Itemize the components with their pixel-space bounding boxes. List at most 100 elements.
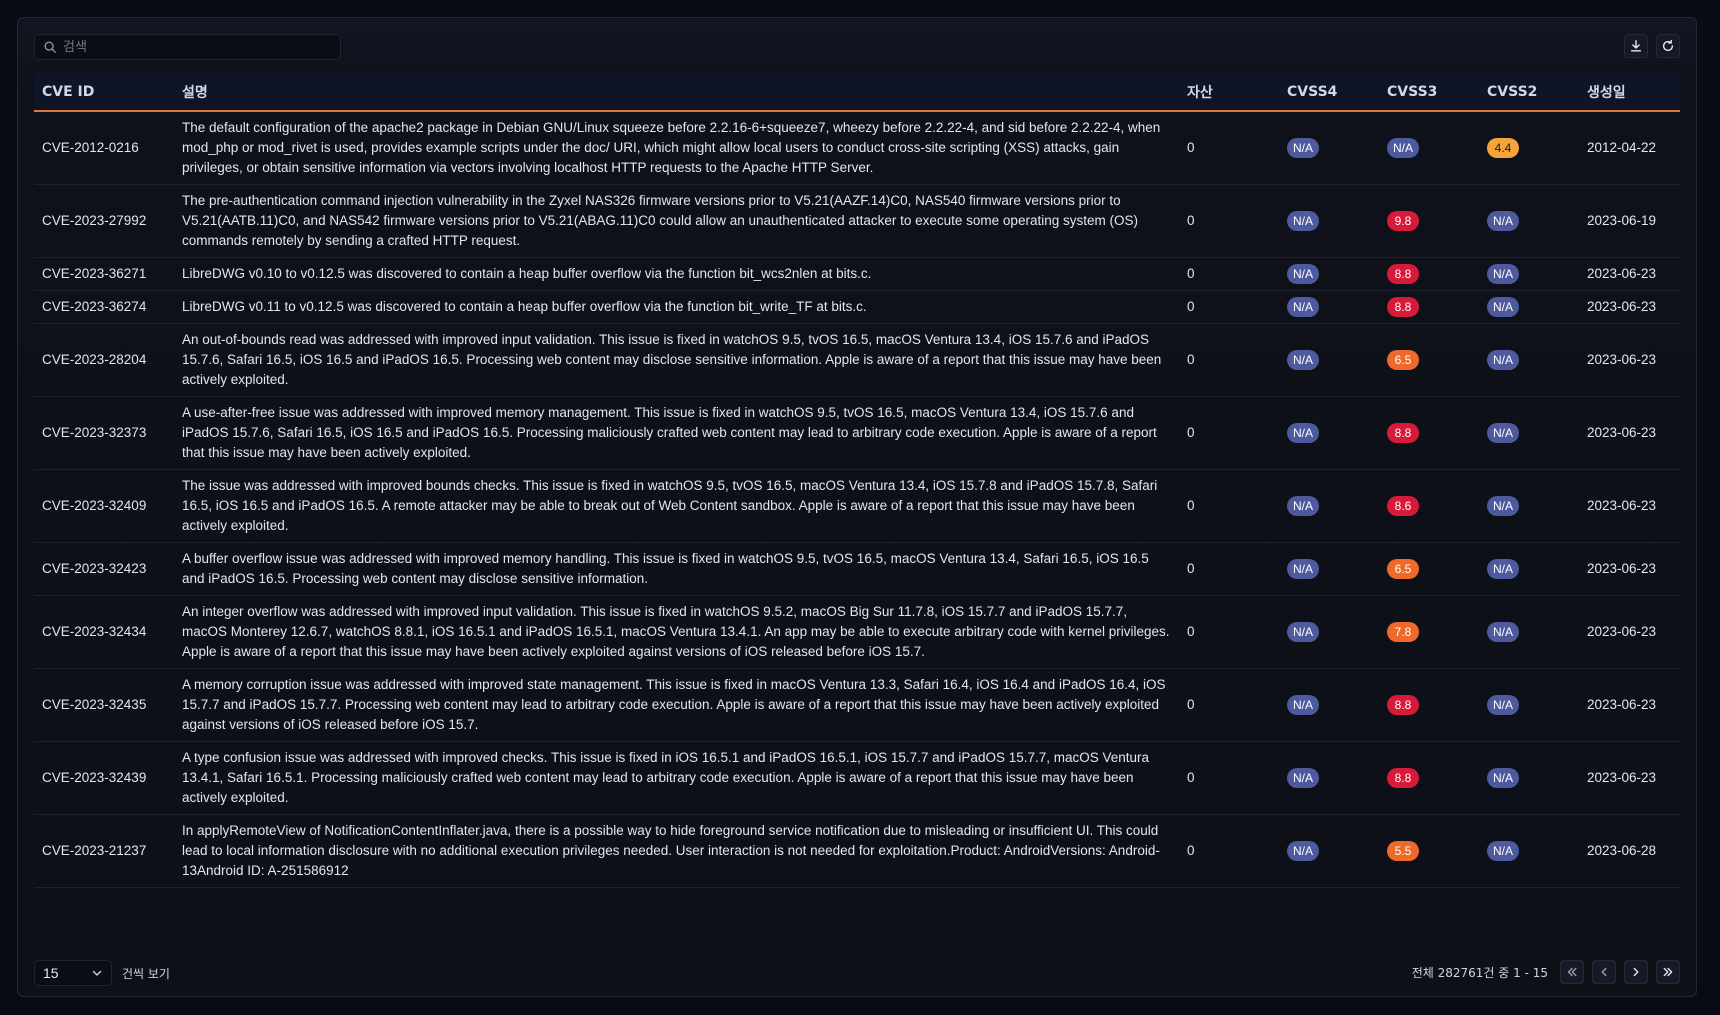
description-cell: The pre-authentication command injection… [174, 184, 1179, 258]
cvss4-cell: N/A [1279, 290, 1379, 324]
toolbar [34, 34, 1680, 60]
description-cell: The issue was addressed with improved bo… [174, 469, 1179, 543]
column-header-description[interactable]: 설명 [174, 73, 1179, 112]
score-badge: N/A [1487, 559, 1520, 579]
score-badge: N/A [1287, 695, 1320, 715]
score-badge: 8.8 [1387, 297, 1419, 317]
created-date-cell: 2023-06-23 [1579, 595, 1680, 669]
score-badge: 6.5 [1387, 350, 1419, 370]
first-page-button[interactable] [1560, 960, 1584, 984]
download-button[interactable] [1624, 34, 1648, 58]
table-row[interactable]: CVE-2023-36271 LibreDWG v0.10 to v0.12.5 … [34, 257, 1680, 291]
cvss4-cell: N/A [1279, 668, 1379, 742]
score-badge: N/A [1487, 211, 1520, 231]
cvss4-cell: N/A [1279, 741, 1379, 815]
cve-id-cell: CVE-2023-32409 [34, 469, 174, 543]
cve-id-cell: CVE-2023-32423 [34, 542, 174, 596]
cvss3-cell: 5.5 [1379, 814, 1479, 888]
asset-count-cell: 0 [1179, 542, 1279, 596]
next-page-button[interactable] [1624, 960, 1648, 984]
description-cell: In applyRemoteView of NotificationConten… [174, 814, 1179, 888]
cvss4-cell: N/A [1279, 323, 1379, 397]
table-row[interactable]: CVE-2023-32373 A use-after-free issue was… [34, 396, 1680, 470]
score-badge: N/A [1487, 768, 1520, 788]
cvss2-cell: N/A [1479, 814, 1579, 888]
score-badge: N/A [1287, 350, 1320, 370]
cvss3-cell: 7.8 [1379, 595, 1479, 669]
score-badge: N/A [1287, 423, 1320, 443]
score-badge: 6.5 [1387, 559, 1419, 579]
table-row[interactable]: CVE-2023-28204 An out-of-bounds read was … [34, 323, 1680, 397]
asset-count-cell: 0 [1179, 668, 1279, 742]
score-badge: N/A [1287, 768, 1320, 788]
cvss2-cell: N/A [1479, 668, 1579, 742]
description-cell: A buffer overflow issue was addressed wi… [174, 542, 1179, 596]
score-badge: 5.5 [1387, 841, 1419, 861]
search-box[interactable] [34, 34, 341, 60]
refresh-button[interactable] [1656, 34, 1680, 58]
score-badge: 9.8 [1387, 211, 1419, 231]
cve-id-cell: CVE-2023-36274 [34, 290, 174, 324]
page-size-select[interactable]: 15 [34, 960, 112, 986]
score-badge: 7.8 [1387, 622, 1419, 642]
cvss2-cell: N/A [1479, 595, 1579, 669]
table-row[interactable]: CVE-2023-36274 LibreDWG v0.11 to v0.12.5 … [34, 290, 1680, 324]
description-cell: LibreDWG v0.10 to v0.12.5 was discovered… [174, 257, 1179, 291]
created-date-cell: 2023-06-23 [1579, 469, 1680, 543]
cvss4-cell: N/A [1279, 595, 1379, 669]
score-badge: 8.8 [1387, 695, 1419, 715]
score-badge: 4.4 [1487, 138, 1519, 158]
column-header-cve-id[interactable]: CVE ID [34, 73, 174, 112]
column-header-cvss4[interactable]: CVSS4 [1279, 73, 1379, 112]
table-row[interactable]: CVE-2023-21237 In applyRemoteView of Noti… [34, 814, 1680, 888]
score-badge: N/A [1387, 138, 1420, 158]
table-row[interactable]: CVE-2023-32434 An integer overflow was ad… [34, 595, 1680, 669]
refresh-icon [1662, 39, 1674, 52]
score-badge: N/A [1287, 297, 1320, 317]
asset-count-cell: 0 [1179, 469, 1279, 543]
column-header-cvss3[interactable]: CVSS3 [1379, 73, 1479, 112]
table-row[interactable]: CVE-2023-32409 The issue was addressed wi… [34, 469, 1680, 543]
score-badge: N/A [1487, 695, 1520, 715]
column-header-cvss2[interactable]: CVSS2 [1479, 73, 1579, 112]
cve-id-cell: CVE-2023-32434 [34, 595, 174, 669]
last-page-button[interactable] [1656, 960, 1680, 984]
cve-id-cell: CVE-2023-28204 [34, 323, 174, 397]
cvss2-cell: 4.4 [1479, 111, 1579, 185]
cve-panel: CVE ID 설명 자산 CVSS4 CVSS3 CVSS2 생성일 CVE-2… [17, 17, 1697, 997]
table-row[interactable]: CVE-2012-0216 The default configuration o… [34, 111, 1680, 185]
asset-count-cell: 0 [1179, 290, 1279, 324]
cvss2-cell: N/A [1479, 542, 1579, 596]
score-badge: N/A [1287, 211, 1320, 231]
toolbar-actions [1624, 34, 1680, 58]
created-date-cell: 2023-06-23 [1579, 323, 1680, 397]
description-cell: The default configuration of the apache2… [174, 111, 1179, 185]
cve-table: CVE ID 설명 자산 CVSS4 CVSS3 CVSS2 생성일 CVE-2… [34, 73, 1680, 888]
cvss3-cell: 9.8 [1379, 184, 1479, 258]
chevrons-right-icon [1663, 967, 1673, 977]
cvss2-cell: N/A [1479, 323, 1579, 397]
cvss2-cell: N/A [1479, 290, 1579, 324]
cve-id-cell: CVE-2023-32373 [34, 396, 174, 470]
score-badge: 8.8 [1387, 264, 1419, 284]
column-header-created-date[interactable]: 생성일 [1579, 73, 1680, 112]
column-header-asset[interactable]: 자산 [1179, 73, 1279, 112]
cvss4-cell: N/A [1279, 111, 1379, 185]
description-cell: A use-after-free issue was addressed wit… [174, 396, 1179, 470]
table-row[interactable]: CVE-2023-27992 The pre-authentication com… [34, 184, 1680, 258]
created-date-cell: 2023-06-23 [1579, 741, 1680, 815]
cvss3-cell: 8.8 [1379, 668, 1479, 742]
created-date-cell: 2023-06-28 [1579, 814, 1680, 888]
table-row[interactable]: CVE-2023-32423 A buffer overflow issue wa… [34, 542, 1680, 596]
score-badge: N/A [1287, 622, 1320, 642]
prev-page-button[interactable] [1592, 960, 1616, 984]
table-row[interactable]: CVE-2023-32435 A memory corruption issue … [34, 668, 1680, 742]
cvss4-cell: N/A [1279, 542, 1379, 596]
asset-count-cell: 0 [1179, 814, 1279, 888]
score-badge: N/A [1487, 264, 1520, 284]
created-date-cell: 2012-04-22 [1579, 111, 1680, 185]
table-row[interactable]: CVE-2023-32439 A type confusion issue was… [34, 741, 1680, 815]
asset-count-cell: 0 [1179, 184, 1279, 258]
search-input[interactable] [63, 39, 323, 55]
score-badge: N/A [1287, 264, 1320, 284]
